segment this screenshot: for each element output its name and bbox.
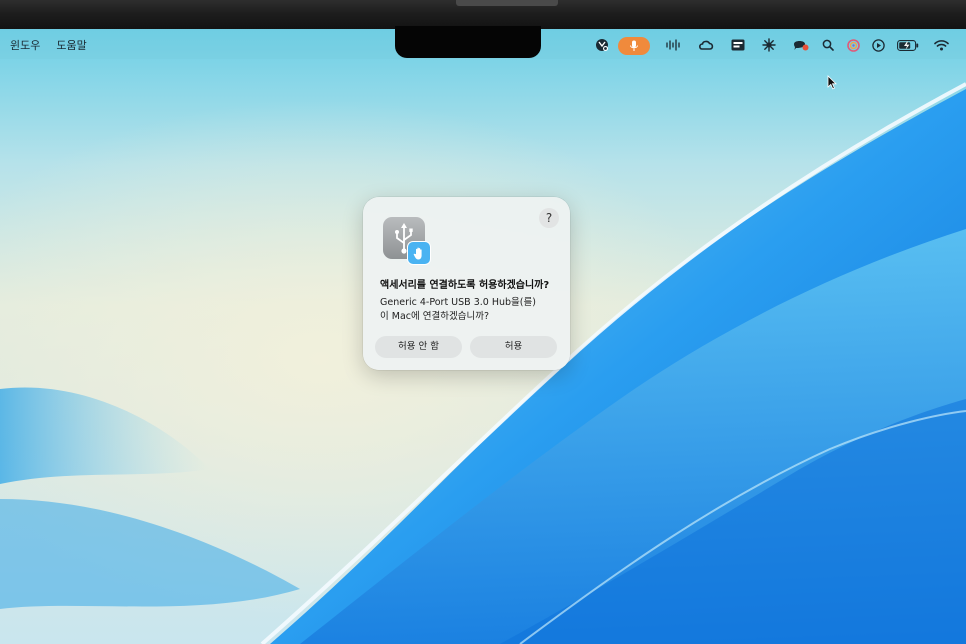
sparkle-icon[interactable]	[761, 36, 777, 54]
search-icon[interactable]	[820, 36, 836, 54]
deny-button[interactable]: 허용 안 함	[375, 336, 462, 358]
menu-item-help[interactable]: 도움말	[56, 37, 86, 53]
accessory-permission-dialog: ? 액세서리를 연결하도록 허용하겠습니까? Generic 4-Port US…	[363, 197, 570, 370]
dialog-message-line-1: Generic 4-Port USB 3.0 Hub을(를)	[380, 297, 536, 308]
dialog-title: 액세서리를 연결하도록 허용하겠습니까?	[380, 280, 550, 291]
wifi-icon[interactable]	[932, 36, 950, 54]
microphone-indicator[interactable]	[618, 37, 650, 55]
chat-icon[interactable]	[792, 36, 810, 54]
battery-icon[interactable]	[896, 36, 920, 54]
help-button[interactable]: ?	[539, 208, 559, 228]
hand-icon	[407, 241, 431, 265]
laptop-hinge	[456, 0, 558, 6]
creative-cloud-icon[interactable]	[697, 36, 715, 54]
audio-waveform-icon[interactable]	[664, 36, 682, 54]
display-app-icon[interactable]	[730, 36, 746, 54]
dialog-message-line-2: 이 Mac에 연결하겠습니까?	[380, 311, 489, 322]
microphone-icon	[630, 40, 638, 51]
camera-notch	[395, 26, 541, 58]
play-icon[interactable]	[870, 36, 886, 54]
allow-button[interactable]: 허용	[470, 336, 557, 358]
dialog-message: Generic 4-Port USB 3.0 Hub을(를) 이 Mac에 연결…	[380, 296, 562, 324]
mouse-pointer-icon	[827, 75, 837, 90]
color-wheel-icon[interactable]	[845, 36, 861, 54]
scrollbar-app-icon[interactable]	[594, 36, 610, 54]
menu-item-window[interactable]: 윈도우	[10, 37, 40, 53]
